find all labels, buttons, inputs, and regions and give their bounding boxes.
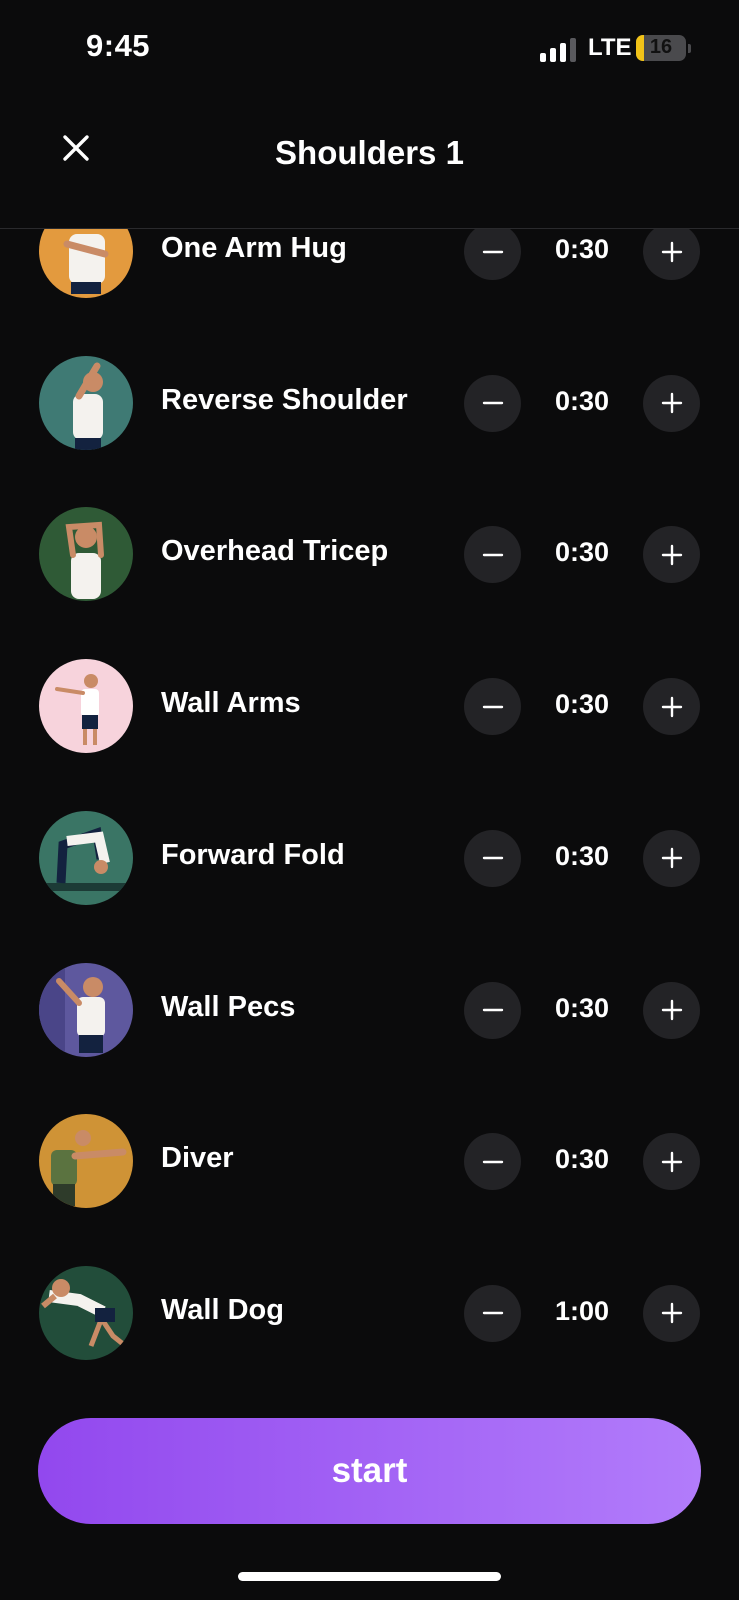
nav-bar: Shoulders 1 (0, 100, 739, 229)
minus-icon (482, 1312, 503, 1315)
battery-icon: 16 (636, 35, 686, 61)
plus-icon (661, 544, 682, 566)
minus-icon (482, 1160, 503, 1163)
battery-percentage: 16 (649, 36, 673, 58)
exercise-row: Wall Dog 1:00 (0, 1256, 739, 1368)
increase-duration-button[interactable] (643, 1133, 700, 1191)
exercise-thumbnail (39, 355, 133, 450)
plus-icon (661, 1151, 682, 1172)
exercise-duration: 0:30 (554, 1144, 610, 1175)
exercise-name: Wall Dog (161, 1293, 284, 1326)
minus-icon (482, 857, 503, 860)
plus-icon (661, 848, 682, 869)
exercise-duration: 0:30 (554, 385, 610, 416)
increase-duration-button[interactable] (643, 374, 700, 432)
exercise-duration: 0:30 (554, 234, 610, 264)
decrease-duration-button[interactable] (464, 1284, 521, 1342)
exercise-thumbnail (39, 810, 133, 905)
exercise-row: Wall Arms 0:30 (0, 649, 739, 761)
exercise-thumbnail (39, 1265, 133, 1360)
battery-tip (688, 44, 691, 53)
exercise-row: Forward Fold 0:30 (0, 801, 739, 913)
exercise-name: Overhead Tricep (161, 535, 389, 568)
start-button[interactable]: start (38, 1418, 701, 1524)
decrease-duration-button[interactable] (464, 374, 521, 432)
exercise-duration: 0:30 (554, 537, 610, 568)
exercise-duration: 0:30 (554, 992, 610, 1023)
decrease-duration-button[interactable] (464, 526, 521, 584)
home-indicator (238, 1572, 501, 1581)
exercise-row: Wall Pecs 0:30 (0, 953, 739, 1065)
exercise-duration: 0:30 (554, 840, 610, 871)
increase-duration-button[interactable] (643, 1284, 700, 1342)
increase-duration-button[interactable] (643, 981, 700, 1039)
exercise-thumbnail (39, 962, 133, 1057)
exercise-row: Reverse Shoulder 0:30 (0, 346, 739, 458)
decrease-duration-button[interactable] (464, 678, 521, 736)
increase-duration-button[interactable] (643, 678, 700, 736)
signal-icon (540, 38, 578, 62)
plus-icon (661, 999, 682, 1021)
exercise-name: Diver (161, 1142, 234, 1175)
decrease-duration-button[interactable] (464, 228, 521, 280)
exercise-duration: 0:30 (554, 689, 610, 720)
exercise-name: Reverse Shoulder (161, 383, 408, 416)
exercise-thumbnail (39, 228, 133, 298)
decrease-duration-button[interactable] (464, 829, 521, 887)
decrease-duration-button[interactable] (464, 981, 521, 1039)
exercise-name: Wall Arms (161, 687, 301, 720)
exercise-thumbnail (39, 659, 133, 754)
exercise-name: Wall Pecs (161, 990, 296, 1023)
status-bar: 9:45 LTE 16 (0, 0, 739, 100)
exercise-row: One Arm Hug 0:30 (0, 228, 739, 306)
plus-icon (661, 241, 682, 262)
minus-icon (482, 250, 503, 253)
exercise-thumbnail (39, 1114, 133, 1209)
increase-duration-button[interactable] (643, 228, 700, 280)
decrease-duration-button[interactable] (464, 1133, 521, 1191)
increase-duration-button[interactable] (643, 829, 700, 887)
exercise-duration: 1:00 (554, 1295, 610, 1326)
exercise-list[interactable]: One Arm Hug 0:30 Reverse Shoulder 0:30 O… (0, 228, 739, 1368)
exercise-row: Diver 0:30 (0, 1104, 739, 1216)
plus-icon (661, 392, 682, 414)
status-time: 9:45 (86, 28, 151, 63)
increase-duration-button[interactable] (643, 526, 700, 584)
minus-icon (482, 401, 503, 405)
exercise-name: One Arm Hug (161, 232, 347, 264)
network-label: LTE (588, 34, 632, 61)
minus-icon (482, 705, 503, 708)
minus-icon (482, 553, 503, 557)
exercise-name: Forward Fold (161, 838, 345, 871)
exercise-row: Overhead Tricep 0:30 (0, 497, 739, 609)
plus-icon (661, 696, 682, 717)
plus-icon (661, 1303, 682, 1324)
minus-icon (482, 1008, 503, 1012)
exercise-thumbnail (39, 507, 133, 602)
page-title: Shoulders 1 (275, 134, 464, 171)
